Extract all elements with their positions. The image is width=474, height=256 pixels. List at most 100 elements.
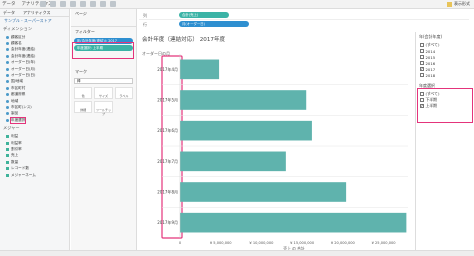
field-label: 顧客区分 — [11, 34, 26, 39]
dimension-icon — [6, 112, 9, 116]
analytics-tab[interactable]: アナリティクス — [23, 10, 51, 15]
checkbox-label: 2015 — [425, 54, 436, 60]
bar — [180, 90, 307, 110]
filter-cards-pane: 年(会計年度) (すべて)20142015201620172018 年度選択 (… — [415, 32, 474, 256]
dimension-icon — [6, 35, 9, 39]
field-label: オーダー日(年) — [11, 60, 36, 65]
field-label: 利益率 — [11, 140, 22, 145]
dimensions-header: ディメンション — [3, 26, 33, 31]
detail-button[interactable]: 詳細 — [74, 101, 93, 113]
filters-shelf-title: フィルター — [75, 29, 95, 34]
x-tick-label: ¥ 25,000,000 — [372, 241, 397, 245]
columns-pill[interactable]: 合計(売上) — [179, 12, 229, 18]
color-button[interactable]: 色 — [74, 87, 93, 99]
dimension-icon — [6, 42, 9, 46]
measure-icon — [6, 147, 9, 151]
bar — [180, 59, 220, 80]
measure-field[interactable]: メジャーネーム — [0, 172, 69, 178]
x-tick-label: ¥ 15,000,000 — [290, 241, 315, 245]
checkbox[interactable] — [420, 43, 424, 47]
data-pane-tabs: データ アナリティクス — [0, 9, 69, 17]
x-tick-label: 0 — [179, 241, 182, 245]
dimension-icon — [6, 105, 9, 109]
checkbox[interactable] — [420, 73, 424, 77]
field-label: 製品 — [11, 111, 19, 116]
dimension-icon — [6, 74, 9, 78]
row-label: 2017年8月 — [157, 189, 178, 195]
row-labels-highlight-box — [161, 55, 183, 239]
swap-icon[interactable] — [90, 1, 96, 7]
row-label: 2017年7月 — [157, 158, 178, 164]
checkbox[interactable] — [420, 66, 424, 71]
tab-data[interactable]: データ — [2, 1, 16, 7]
mark-type-dropdown[interactable]: 棒 — [74, 78, 133, 84]
field-label: 都道府県 — [11, 92, 26, 97]
field-label: 数量 — [11, 159, 19, 164]
checkbox[interactable] — [420, 92, 424, 96]
marks-buttons: 色 サイズ ラベル 詳細 ツールチップ — [71, 85, 136, 116]
show-me-button[interactable]: 表示形式 — [447, 1, 470, 7]
rows-shelf[interactable]: 行 月(オーダー日) — [139, 21, 469, 29]
dimension-icon — [6, 80, 9, 84]
pages-shelf[interactable]: ページ — [71, 9, 136, 27]
dimension-icon — [6, 48, 9, 52]
checkbox[interactable] — [420, 49, 424, 53]
measure-icon — [6, 154, 9, 158]
sheet-tabs-bar — [0, 250, 474, 256]
columns-shelf[interactable]: 列 合計(売上) — [139, 12, 469, 20]
checkbox[interactable] — [420, 55, 424, 59]
row-label: 2017年9月 — [157, 219, 178, 225]
fiscal-filter-title: 年(会計年度) — [419, 34, 443, 39]
checkbox-label: 2017 — [425, 66, 436, 72]
checkbox-label: 2016 — [425, 60, 436, 66]
measure-icon — [6, 135, 9, 139]
checkbox[interactable] — [420, 103, 424, 108]
checkbox[interactable] — [420, 98, 424, 102]
datasource-name[interactable]: サンプル - スーパーストア — [0, 17, 69, 24]
redo-icon[interactable] — [50, 1, 56, 7]
measure-list: 利益 利益率 割引率売上 数量レコード数 メジャーネーム — [0, 133, 69, 178]
field-label: 割引率 — [11, 146, 22, 151]
bar — [180, 212, 407, 233]
sort-desc-icon[interactable] — [110, 1, 116, 7]
filter-highlight-box — [72, 42, 134, 59]
x-tick-label: ¥ 5,000,000 — [210, 241, 232, 245]
field-label: 売上 — [11, 153, 19, 158]
save-icon[interactable] — [60, 1, 66, 7]
bar — [180, 151, 286, 172]
rows-pill[interactable]: 月(オーダー日) — [179, 21, 249, 27]
field-label: 利益 — [11, 134, 19, 139]
field-label: 会計年度(連結) — [11, 53, 36, 58]
field-label: 地域 — [11, 98, 19, 103]
tooltip-button[interactable]: ツールチップ — [94, 101, 113, 116]
toolbar: データ アナリティクス 表示形式 — [0, 0, 474, 9]
new-sheet-icon[interactable] — [80, 1, 86, 7]
field-label: レコード数 — [11, 166, 29, 171]
measure-icon — [6, 167, 9, 171]
cards-panel: ページ フィルター 年(会計年度(連結)): 2017 年度選択: 上半期 マー… — [71, 9, 137, 256]
undo-icon[interactable] — [40, 1, 46, 7]
columns-label: 列 — [143, 13, 147, 18]
row-label: 2017年4月 — [157, 66, 178, 72]
half-filter-highlight-box — [417, 88, 473, 123]
filter-checkbox-item[interactable]: 2018 — [416, 72, 474, 78]
viz-area: 会計年度（連結対応） 2017年度 オーダー日の月 2017年4月 2017年5月… — [140, 32, 412, 256]
field-label: オーダー日(月) — [11, 66, 36, 71]
label-button[interactable]: ラベル — [114, 87, 133, 99]
measures-header: メジャー — [3, 125, 20, 131]
field-label: オーダー日(日) — [11, 73, 36, 78]
size-button[interactable]: サイズ — [94, 87, 113, 99]
add-datasource-icon[interactable] — [70, 1, 76, 7]
field-label: 国/地域 — [11, 79, 23, 84]
measure-icon — [6, 173, 9, 177]
checkbox[interactable] — [420, 61, 424, 65]
dimension-icon — [6, 61, 9, 65]
field-label: 市区町村 — [11, 85, 26, 90]
dimension-list: 顧客区分 顧客名 会計年度(連結) 会計年度(連結) オーダー日(年) オーダー日(月) オ… — [0, 34, 69, 117]
sort-asc-icon[interactable] — [100, 1, 106, 7]
field-label: 会計年度(連結) — [11, 47, 36, 52]
data-tab[interactable]: データ — [3, 10, 15, 15]
marks-card-title: マーク — [75, 69, 87, 74]
dimension-icon — [6, 99, 9, 103]
dimension-icon — [6, 86, 9, 90]
